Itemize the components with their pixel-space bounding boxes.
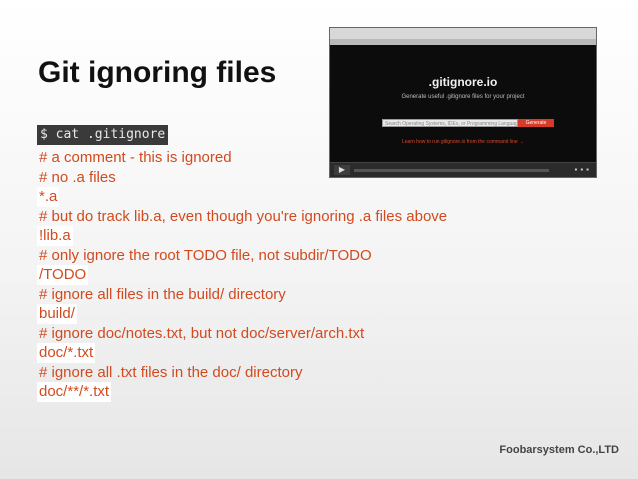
slide-title: Git ignoring files	[38, 56, 277, 89]
code-line: # ignore all .txt files in the doc/ dire…	[39, 363, 303, 381]
code-line: # but do track lib.a, even though you're…	[39, 207, 448, 225]
code-line: !lib.a	[37, 226, 73, 246]
video-browser-tabs	[330, 39, 596, 45]
video-settings-icon[interactable]: ▪▪▪	[574, 165, 592, 175]
code-line: # only ignore the root TODO file, not su…	[39, 246, 372, 264]
code-line: # ignore all files in the build/ directo…	[39, 285, 286, 303]
command-line: $ cat .gitignore	[37, 125, 169, 145]
video-browser-chrome	[330, 28, 596, 39]
code-line: *.a	[37, 187, 60, 207]
slide: Git ignoring files .gitignore.io Generat…	[0, 0, 638, 479]
video-search-input: Search Operating Systems, IDEs, or Progr…	[382, 119, 518, 127]
video-tagline: Generate useful .gitignore files for you…	[401, 94, 525, 100]
code-line: # a comment - this is ignored	[39, 149, 232, 166]
video-brand: .gitignore.io	[428, 75, 498, 89]
video-generate-button: Generate	[518, 119, 554, 127]
code-line: doc/**/*.txt	[37, 382, 112, 402]
gitignore-lines: # a comment - this is ignored # no .a fi…	[37, 148, 449, 402]
footer-company: Foobarsystem Co.,LTD	[499, 444, 619, 456]
video-link: Learn how to run gitignore.io from the c…	[401, 139, 524, 145]
code-line: /TODO	[37, 265, 89, 285]
code-line: doc/*.txt	[37, 343, 96, 363]
code-line: build/	[37, 304, 77, 324]
code-line: # ignore doc/notes.txt, but not doc/serv…	[39, 324, 365, 342]
code-line: # no .a files	[39, 168, 116, 186]
